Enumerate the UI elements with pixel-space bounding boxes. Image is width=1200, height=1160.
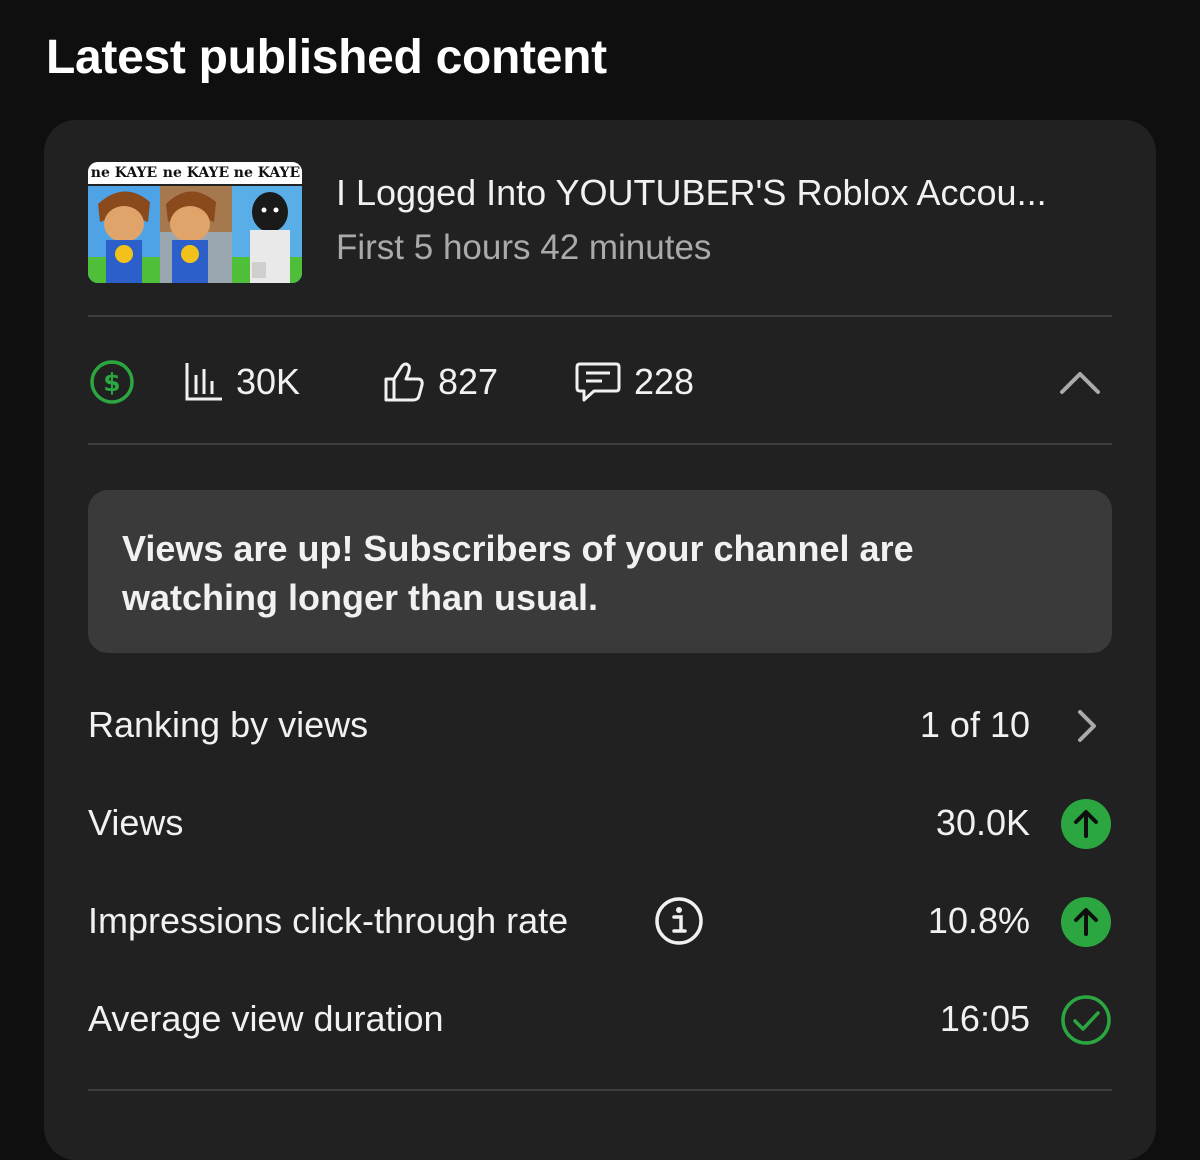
divider (88, 1089, 1112, 1091)
arrow-up-circle-icon (1061, 897, 1111, 947)
metric-label: Views (88, 802, 184, 843)
chevron-up-icon (1060, 372, 1100, 394)
chevron-right-icon (1078, 710, 1096, 742)
bar-chart-icon (185, 363, 222, 401)
thumbnail-banner: ne KAYE (232, 162, 302, 186)
views-count: 30K (236, 361, 301, 402)
monetization-status[interactable]: $ (88, 318, 136, 446)
info-icon[interactable] (654, 896, 704, 946)
check-circle-icon (1061, 995, 1111, 1045)
metric-label: Ranking by views (88, 704, 369, 745)
metric-ranking[interactable]: Ranking by views 1 of 10 (88, 690, 1112, 760)
thumbs-up-icon (384, 362, 424, 402)
insight-text: Views are up! Subscribers of your channe… (122, 528, 914, 618)
latest-content-card[interactable]: ne KAYE ne KAYE ne KAYE I Logged Into YO… (44, 120, 1156, 1160)
insight-box: Views are up! Subscribers of your channe… (88, 490, 1112, 653)
arrow-up-circle-icon (1061, 799, 1111, 849)
dollar-circle-icon: $ (90, 360, 134, 404)
metric-value: 30.0K (935, 802, 1030, 843)
video-thumbnail[interactable]: ne KAYE ne KAYE ne KAYE (88, 162, 302, 283)
comments-count: 228 (634, 361, 695, 402)
thumbnail-banner: ne KAYE (160, 162, 232, 186)
divider (88, 315, 1112, 317)
likes-stat[interactable]: 827 (382, 318, 498, 446)
metric-value: 1 of 10 (919, 704, 1030, 745)
collapse-button[interactable] (1058, 318, 1102, 446)
stats-row: $ 30K 827 228 (88, 318, 1112, 446)
video-header[interactable]: ne KAYE ne KAYE ne KAYE I Logged Into YO… (88, 162, 1112, 284)
comments-stat[interactable]: 228 (574, 318, 694, 446)
metric-views: Views 30.0K (88, 788, 1112, 858)
metric-avg-duration: Average view duration 16:05 (88, 984, 1112, 1054)
svg-text:$: $ (103, 368, 120, 397)
video-age: First 5 hours 42 minutes (336, 228, 712, 267)
metric-ctr: Impressions click-through rate 10.8% (88, 886, 1112, 956)
metric-label: Average view duration (88, 998, 444, 1039)
thumbnail-banner: ne KAYE (88, 162, 160, 186)
metric-value: 10.8% (927, 900, 1030, 941)
page-title: Latest published content (46, 31, 607, 84)
likes-count: 827 (438, 361, 499, 402)
metric-label: Impressions click-through rate (88, 900, 569, 941)
metric-value: 16:05 (939, 998, 1030, 1039)
views-stat[interactable]: 30K (184, 318, 300, 446)
video-title[interactable]: I Logged Into YOUTUBER'S Roblox Accou... (336, 172, 1047, 214)
comment-icon (575, 362, 621, 402)
divider (88, 443, 1112, 445)
